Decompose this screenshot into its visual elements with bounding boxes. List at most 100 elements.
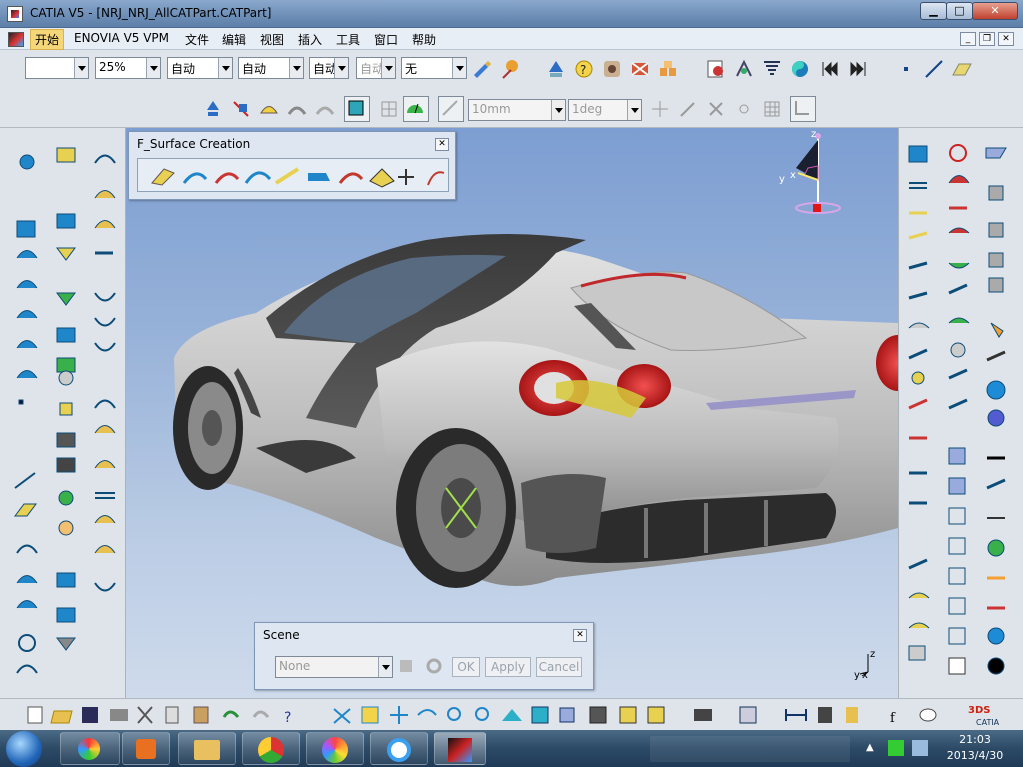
specification-tree-icon[interactable] bbox=[545, 58, 567, 80]
left-tool-icons[interactable] bbox=[0, 128, 126, 698]
axis-triad-icon: z y x bbox=[852, 648, 882, 681]
angle-step-field[interactable]: 1deg bbox=[568, 99, 642, 121]
swap-visible-space-icon[interactable] bbox=[202, 98, 224, 120]
mdi-close-button[interactable]: ✕ bbox=[998, 32, 1014, 46]
start-orb-icon[interactable] bbox=[6, 731, 42, 767]
color-combo[interactable] bbox=[25, 57, 89, 79]
yin-yang-icon[interactable] bbox=[789, 58, 811, 80]
app-icon[interactable] bbox=[7, 6, 23, 22]
hide-show-icon[interactable] bbox=[230, 98, 252, 120]
svg-text:x: x bbox=[862, 670, 868, 680]
menu-file[interactable]: 文件 bbox=[185, 31, 209, 48]
surface-tools-row bbox=[137, 158, 449, 192]
knowledge-icon[interactable] bbox=[601, 58, 623, 80]
surface-icon[interactable] bbox=[258, 98, 280, 120]
painter-icon[interactable] bbox=[471, 58, 493, 80]
sweep-icon[interactable] bbox=[286, 98, 308, 120]
menu-start[interactable]: 开始 bbox=[30, 29, 65, 50]
scene-apply-button[interactable]: Apply bbox=[485, 657, 531, 677]
fast-forward-icon[interactable] bbox=[847, 58, 869, 80]
window-title: CATIA V5 - [NRJ_NRJ_AllCATPart.CATPart] bbox=[30, 6, 272, 20]
compass-icon[interactable]: z y x bbox=[776, 128, 846, 220]
line-thickness-combo[interactable]: 自动 bbox=[167, 57, 233, 79]
scene-panel: Scene ✕ None OK Apply Cancel bbox=[254, 622, 594, 690]
scene-cancel-button[interactable]: Cancel bbox=[536, 657, 582, 677]
snap-icon[interactable] bbox=[438, 96, 464, 122]
scene-save-icon[interactable] bbox=[395, 655, 417, 677]
menu-window[interactable]: 窗口 bbox=[374, 31, 398, 48]
fly-mode-icon[interactable] bbox=[733, 58, 755, 80]
tray-network-icon[interactable] bbox=[888, 740, 904, 756]
scissor-icon[interactable] bbox=[705, 98, 727, 120]
deactivate-icon[interactable] bbox=[629, 58, 651, 80]
surface-tool-icons[interactable] bbox=[138, 159, 450, 193]
taskbar: ▲ 21:03 2013/4/30 bbox=[0, 730, 1023, 767]
balloon-icon[interactable] bbox=[499, 58, 521, 80]
point-type-combo[interactable]: 自动 bbox=[309, 57, 349, 79]
svg-text:3DS: 3DS bbox=[968, 705, 990, 716]
tangent-icon[interactable] bbox=[733, 98, 755, 120]
menu-enovia[interactable]: ENOVIA V5 VPM bbox=[74, 31, 169, 45]
right-tool-icons[interactable] bbox=[899, 128, 1023, 698]
transparency-combo[interactable]: 25% bbox=[95, 57, 161, 79]
left-toolbar bbox=[0, 128, 126, 698]
tornado-icon[interactable] bbox=[761, 58, 783, 80]
tray-arrow-icon[interactable]: ▲ bbox=[866, 742, 874, 753]
layer-combo-disabled[interactable]: 自动 bbox=[356, 57, 396, 79]
taskbar-app-multimedia[interactable] bbox=[60, 732, 120, 765]
svg-text:?: ? bbox=[580, 63, 586, 77]
clock-date: 2013/4/30 bbox=[946, 749, 1004, 762]
render-style-icon[interactable] bbox=[344, 96, 370, 122]
svg-text:z: z bbox=[811, 129, 816, 140]
scene-panel-title: Scene bbox=[263, 628, 300, 642]
right-toolbar bbox=[898, 128, 1023, 698]
maximize-button[interactable]: □ bbox=[946, 2, 973, 20]
axis-toggle-icon[interactable] bbox=[790, 96, 816, 122]
picasa-icon[interactable] bbox=[306, 732, 364, 765]
bottom-tool-icons[interactable]: ? f bbox=[0, 699, 1023, 731]
length-step-field[interactable]: 10mm bbox=[468, 99, 566, 121]
toolbar-top: 25% 自动 自动 自动 自动 无 ? bbox=[0, 50, 1023, 90]
analysis-icon[interactable] bbox=[403, 96, 429, 122]
mdi-minimize-button[interactable]: _ bbox=[960, 32, 976, 46]
ie-icon[interactable] bbox=[370, 732, 428, 765]
tray-volume-icon[interactable] bbox=[912, 740, 928, 756]
catalog-icon[interactable] bbox=[657, 58, 679, 80]
close-button[interactable]: ✕ bbox=[972, 2, 1018, 20]
media-icon[interactable] bbox=[122, 732, 170, 765]
svg-text:z: z bbox=[870, 649, 875, 660]
help-icon[interactable]: ? bbox=[573, 58, 595, 80]
plane-icon[interactable] bbox=[951, 58, 973, 80]
sparkle-icon[interactable] bbox=[649, 98, 671, 120]
3d-viewport[interactable]: z y x z y x bbox=[126, 128, 898, 698]
svg-text:y: y bbox=[779, 174, 785, 185]
scene-refresh-icon[interactable] bbox=[423, 655, 445, 677]
clock[interactable]: 21:03 2013/4/30 bbox=[940, 732, 1010, 764]
minimize-button[interactable]: ▁ bbox=[920, 2, 947, 20]
menu-insert[interactable]: 插入 bbox=[298, 31, 322, 48]
scene-select[interactable]: None bbox=[275, 656, 393, 678]
svg-text:x: x bbox=[790, 170, 796, 181]
point-icon[interactable] bbox=[895, 58, 917, 80]
menu-help[interactable]: 帮助 bbox=[412, 31, 436, 48]
macro-icon[interactable] bbox=[705, 58, 727, 80]
menu-edit[interactable]: 编辑 bbox=[222, 31, 246, 48]
chrome-icon[interactable] bbox=[242, 732, 300, 765]
line-type-combo[interactable]: 自动 bbox=[238, 57, 304, 79]
layer-combo[interactable]: 无 bbox=[401, 57, 467, 79]
menu-tools[interactable]: 工具 bbox=[336, 31, 360, 48]
catia-icon[interactable] bbox=[434, 732, 486, 765]
document-icon[interactable] bbox=[8, 32, 24, 47]
scene-panel-close-button[interactable]: ✕ bbox=[573, 629, 587, 642]
pen-icon[interactable] bbox=[677, 98, 699, 120]
grid-icon[interactable] bbox=[761, 98, 783, 120]
explorer-icon[interactable] bbox=[178, 732, 236, 765]
rewind-icon[interactable] bbox=[819, 58, 841, 80]
line-icon[interactable] bbox=[923, 58, 945, 80]
surface-panel-close-button[interactable]: ✕ bbox=[435, 138, 449, 151]
menu-view[interactable]: 视图 bbox=[260, 31, 284, 48]
grid-toggle-icon[interactable] bbox=[378, 98, 400, 120]
mdi-restore-button[interactable]: ❐ bbox=[979, 32, 995, 46]
shape-icon[interactable] bbox=[314, 98, 336, 120]
scene-ok-button[interactable]: OK bbox=[452, 657, 480, 677]
